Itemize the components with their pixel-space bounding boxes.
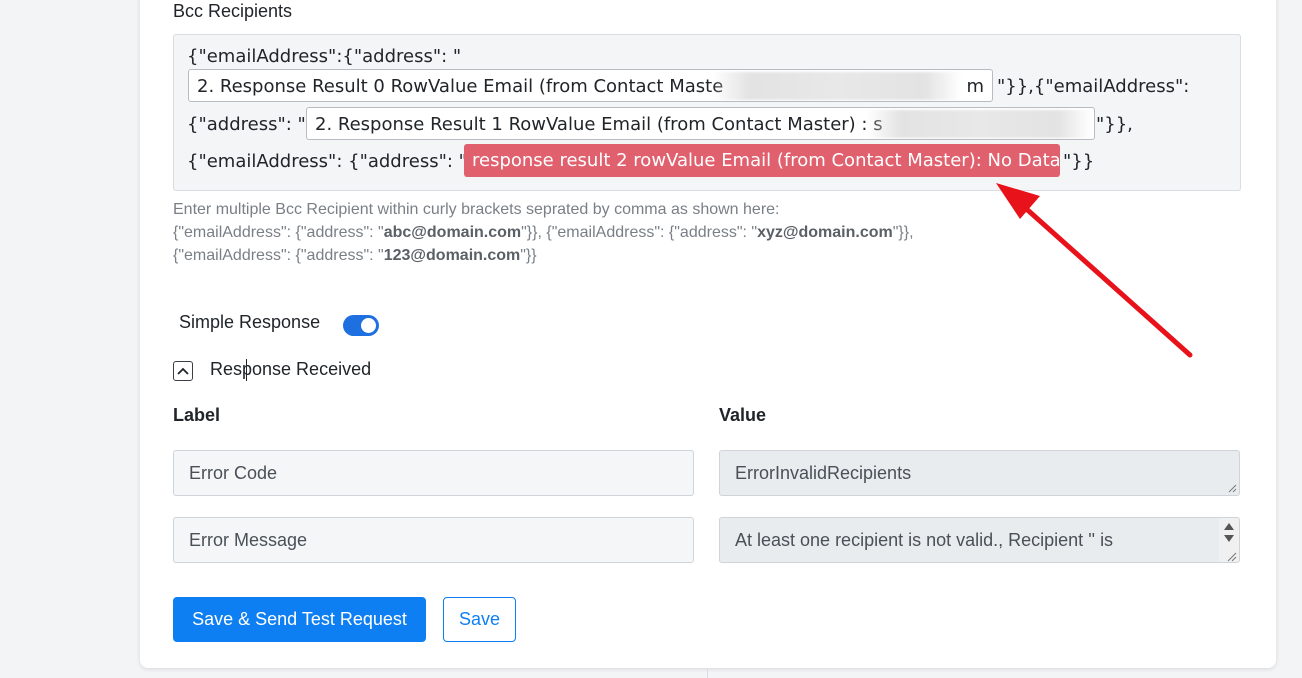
label-input-error-code[interactable]: Error Code [173, 450, 694, 496]
value-textarea-error-code[interactable]: ErrorInvalidRecipients [719, 450, 1240, 496]
redacted-blur [712, 72, 962, 100]
save-send-test-request-button[interactable]: Save & Send Test Request [173, 597, 426, 642]
resize-handle-icon[interactable] [1227, 483, 1237, 493]
value-text: At least one recipient is not valid., Re… [735, 529, 1114, 550]
save-button[interactable]: Save [443, 597, 516, 642]
collapse-response-button[interactable] [173, 361, 193, 381]
bcc-text-line2-suffix: "}}, [1096, 114, 1133, 135]
help-line-2: {"emailAddress": {"address": "abc@domain… [173, 224, 914, 241]
toggle-knob [361, 318, 376, 333]
bcc-recipients-label: Bcc Recipients [173, 1, 293, 21]
chip-0-text: 2. Response Result 0 RowValue Email (fro… [197, 76, 724, 97]
response-chip-1[interactable]: 2. Response Result 1 RowValue Email (fro… [306, 107, 1095, 140]
bcc-text-line2-prefix: {"address": " [187, 114, 306, 135]
simple-response-toggle[interactable] [343, 315, 379, 336]
label-input-error-message[interactable]: Error Message [173, 517, 694, 563]
value-text: ErrorInvalidRecipients [735, 462, 912, 483]
textarea-scrollbar[interactable] [1219, 518, 1239, 562]
bcc-help-text: Enter multiple Bcc Recipient within curl… [173, 198, 914, 267]
bcc-text-line3-prefix: {"emailAddress": {"address": " [187, 151, 467, 172]
bcc-text-line1-suffix: "}},{"emailAddress": [997, 76, 1190, 97]
response-received-label: Response Received [210, 359, 372, 379]
chip-1-text: 2. Response Result 1 RowValue Email (fro… [315, 114, 883, 135]
bcc-text-line1-prefix: {"emailAddress":{"address": " [187, 46, 462, 67]
simple-response-label: Simple Response [179, 312, 321, 332]
value-column-header: Value [719, 405, 767, 425]
redacted-blur [867, 110, 1092, 138]
chip-0-tail: m [966, 76, 984, 97]
column-divider [707, 668, 708, 678]
response-chip-2-no-data[interactable]: response result 2 rowValue Email (from C… [464, 144, 1061, 177]
help-line-3: {"emailAddress": {"address": "123@domain… [173, 247, 537, 264]
response-chip-0[interactable]: 2. Response Result 0 RowValue Email (fro… [188, 69, 993, 102]
help-line-1: Enter multiple Bcc Recipient within curl… [173, 201, 780, 218]
scroll-arrows-icon [1224, 523, 1237, 562]
chevron-up-icon [177, 367, 189, 375]
bcc-text-line3-suffix: "}} [1063, 151, 1095, 172]
text-cursor [246, 359, 247, 381]
value-textarea-error-message[interactable]: At least one recipient is not valid., Re… [719, 517, 1240, 563]
bcc-recipients-input[interactable]: {"emailAddress":{"address": " 2. Respons… [173, 34, 1241, 191]
label-column-header: Label [173, 405, 221, 425]
